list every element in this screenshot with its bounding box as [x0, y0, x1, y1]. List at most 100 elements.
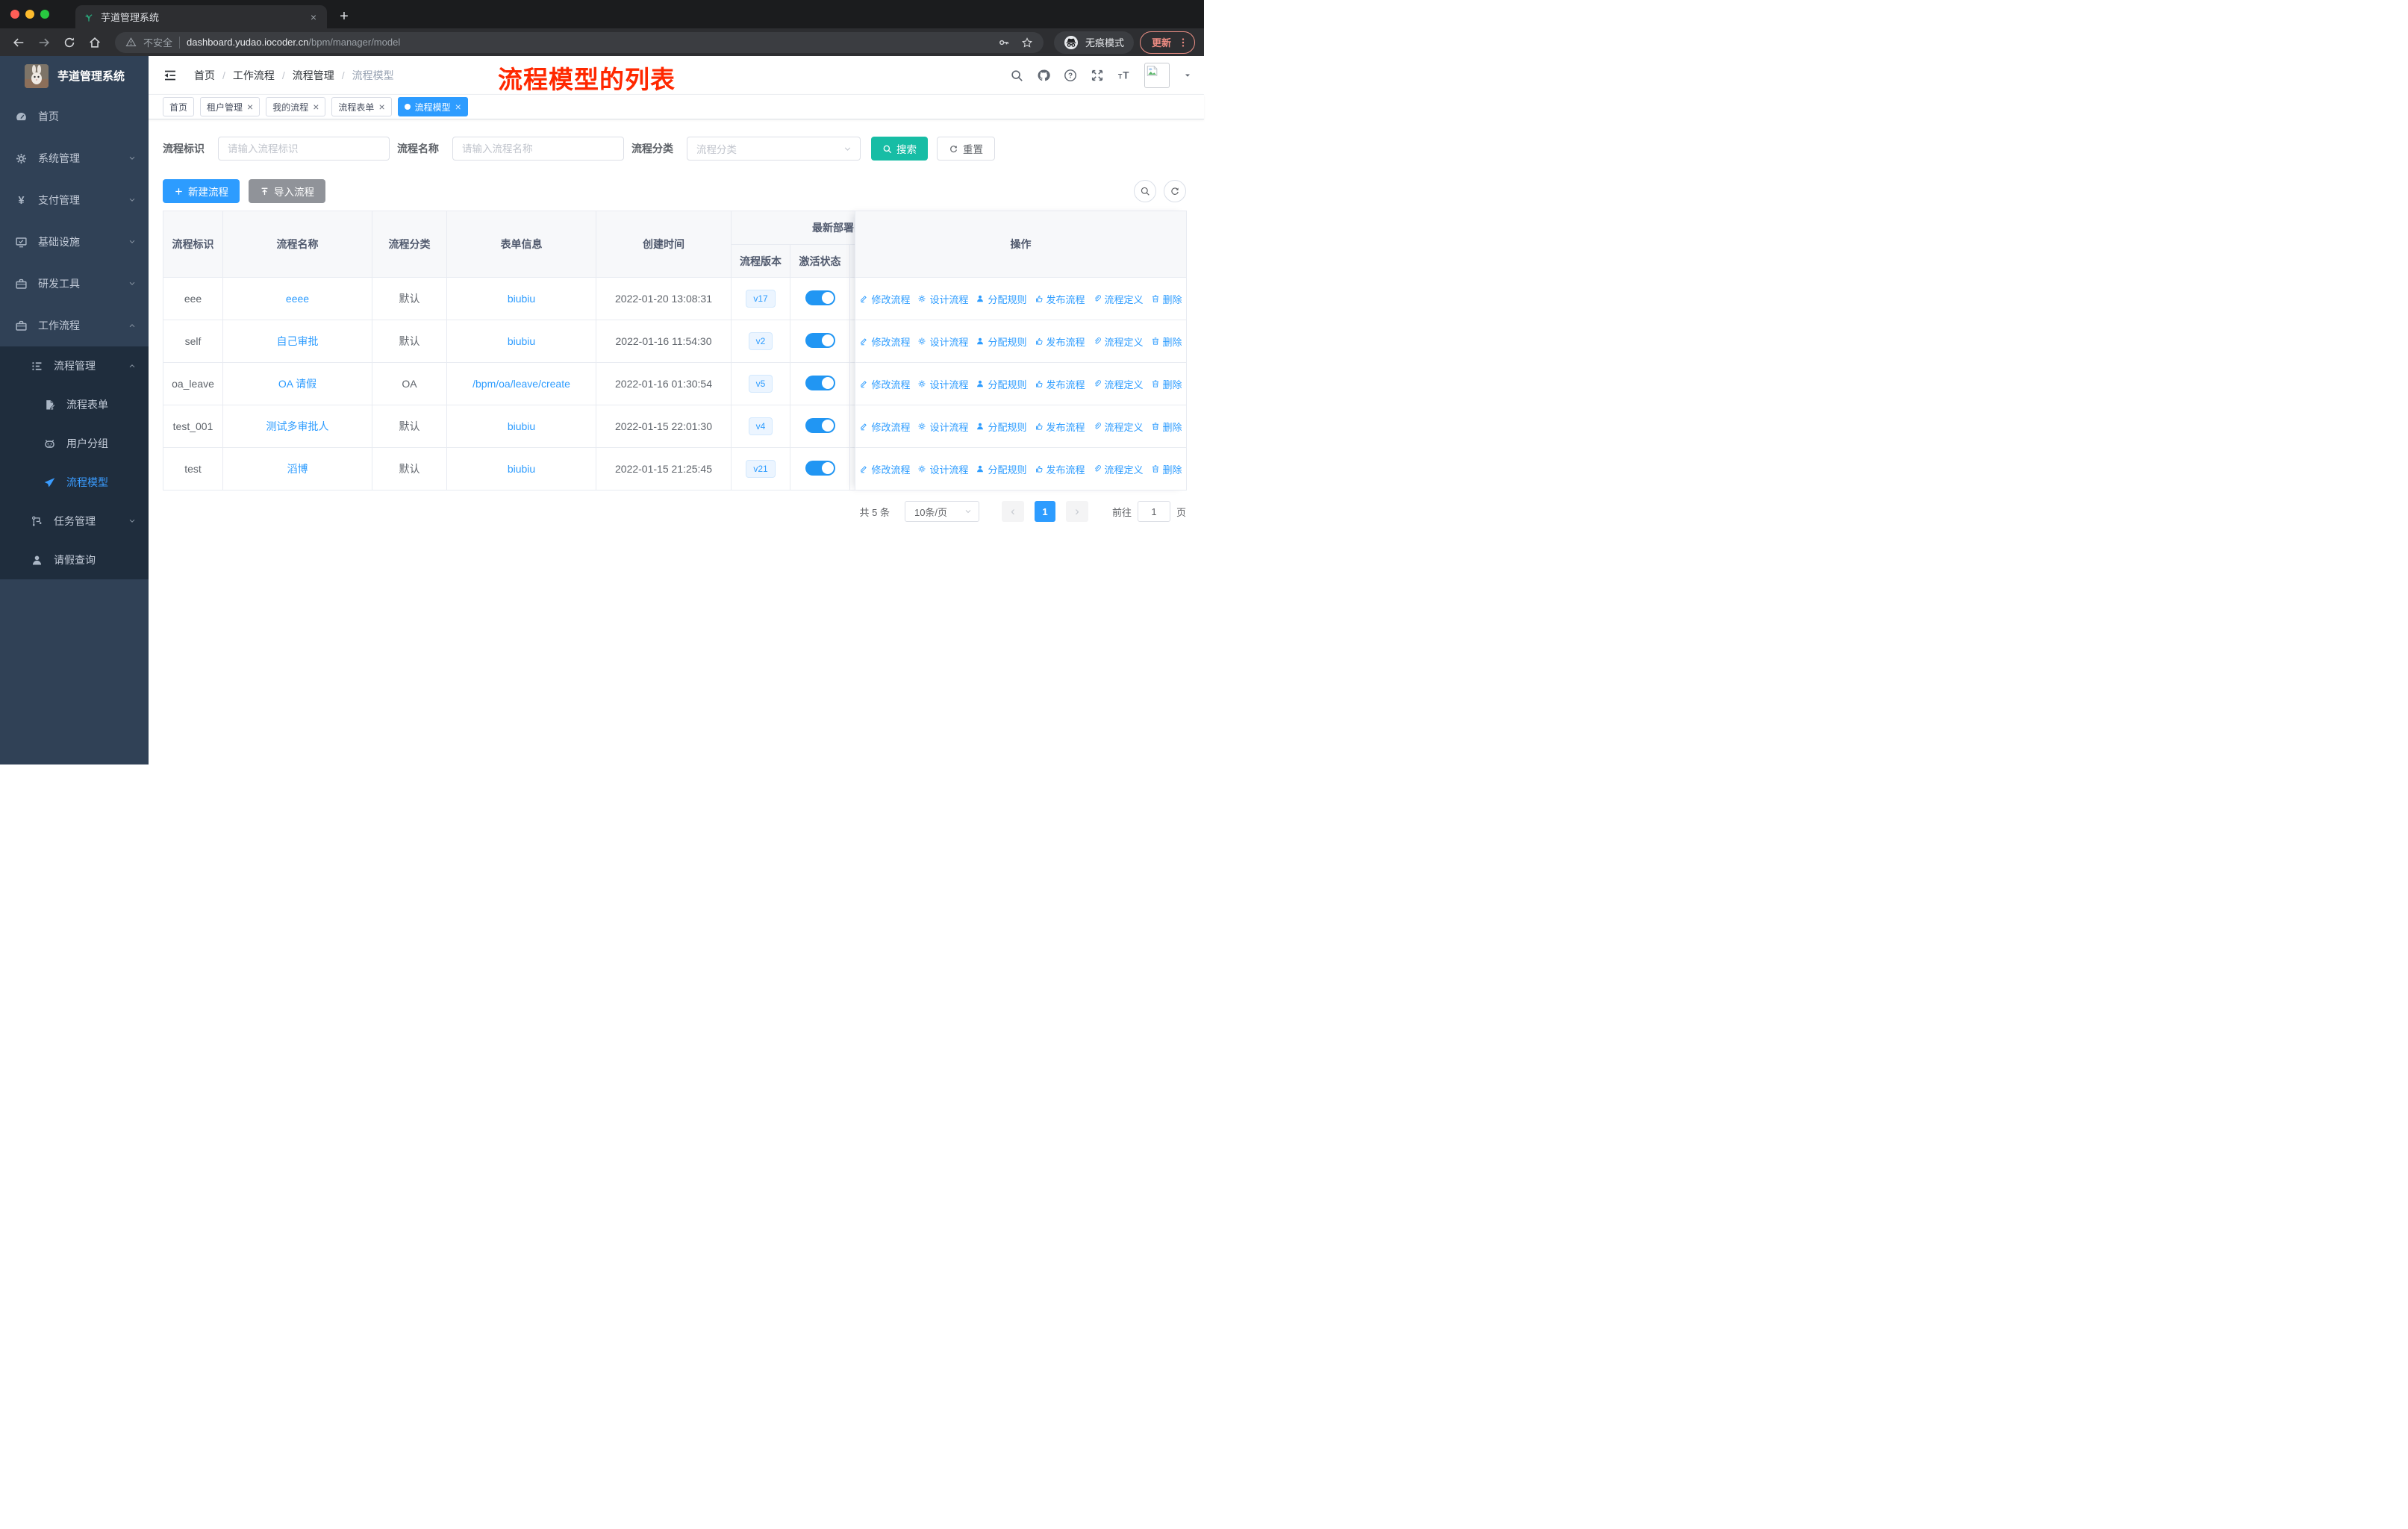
- action-publish[interactable]: 发布流程: [1035, 377, 1085, 391]
- key-icon[interactable]: [998, 37, 1010, 49]
- create-process-button[interactable]: 新建流程: [163, 179, 240, 203]
- action-design[interactable]: 设计流程: [917, 462, 968, 476]
- goto-page-input[interactable]: [1137, 501, 1170, 522]
- action-definition[interactable]: 流程定义: [1093, 462, 1144, 476]
- process-name-link[interactable]: OA 请假: [278, 378, 316, 390]
- bookmark-star-icon[interactable]: [1021, 37, 1033, 49]
- update-button[interactable]: 更新: [1139, 31, 1195, 54]
- action-assign[interactable]: 分配规则: [976, 334, 1027, 349]
- search-icon[interactable]: [1010, 69, 1023, 82]
- form-info-link[interactable]: biubiu: [508, 293, 535, 305]
- form-info-link[interactable]: biubiu: [508, 463, 535, 475]
- action-delete[interactable]: 删除: [1151, 334, 1182, 349]
- tab-close-icon[interactable]: ×: [308, 11, 319, 23]
- close-icon[interactable]: ×: [455, 102, 461, 112]
- action-definition[interactable]: 流程定义: [1093, 377, 1144, 391]
- action-publish[interactable]: 发布流程: [1035, 462, 1085, 476]
- sidebar-item-system[interactable]: 系统管理: [0, 137, 149, 179]
- import-process-button[interactable]: 导入流程: [249, 179, 325, 203]
- action-assign[interactable]: 分配规则: [976, 462, 1027, 476]
- action-modify[interactable]: 修改流程: [859, 462, 910, 476]
- action-modify[interactable]: 修改流程: [859, 377, 910, 391]
- close-icon[interactable]: ×: [247, 102, 253, 112]
- sidebar-item-home[interactable]: 首页: [0, 96, 149, 137]
- action-publish[interactable]: 发布流程: [1035, 292, 1085, 306]
- action-design[interactable]: 设计流程: [917, 334, 968, 349]
- maximize-window-button[interactable]: [40, 10, 49, 19]
- prev-page-button[interactable]: ‹: [1001, 501, 1024, 522]
- new-tab-button[interactable]: +: [333, 5, 355, 28]
- category-select[interactable]: 流程分类: [687, 137, 861, 161]
- action-modify[interactable]: 修改流程: [859, 334, 910, 349]
- action-publish[interactable]: 发布流程: [1035, 334, 1085, 349]
- action-delete[interactable]: 删除: [1151, 292, 1182, 306]
- avatar[interactable]: [1144, 62, 1170, 88]
- sidebar-item-user-group[interactable]: 用户分组: [0, 424, 149, 463]
- breadcrumb-item[interactable]: 首页: [194, 68, 215, 83]
- close-icon[interactable]: ×: [313, 102, 319, 112]
- action-assign[interactable]: 分配规则: [976, 377, 1027, 391]
- process-name-link[interactable]: 自己审批: [277, 335, 319, 347]
- tab-tenant[interactable]: 租户管理 ×: [200, 97, 261, 116]
- process-name-link[interactable]: 测试多审批人: [266, 420, 329, 432]
- sidebar-item-leave-query[interactable]: 请假查询: [0, 541, 149, 579]
- process-key-input[interactable]: [218, 137, 390, 161]
- action-modify[interactable]: 修改流程: [859, 292, 910, 306]
- reload-icon[interactable]: [60, 36, 79, 49]
- font-size-icon[interactable]: TT: [1117, 69, 1131, 82]
- breadcrumb-item[interactable]: 流程管理: [293, 68, 334, 83]
- caret-down-icon[interactable]: [1183, 71, 1192, 80]
- search-button[interactable]: 搜索: [871, 137, 928, 161]
- reset-button[interactable]: 重置: [937, 137, 995, 161]
- close-icon[interactable]: ×: [378, 102, 384, 112]
- action-design[interactable]: 设计流程: [917, 377, 968, 391]
- action-definition[interactable]: 流程定义: [1093, 334, 1144, 349]
- sidebar-item-workflow[interactable]: 工作流程: [0, 305, 149, 346]
- action-design[interactable]: 设计流程: [917, 420, 968, 434]
- breadcrumb-item[interactable]: 工作流程: [233, 68, 275, 83]
- sidebar-item-process-manage[interactable]: 流程管理: [0, 346, 149, 385]
- next-page-button[interactable]: ›: [1065, 501, 1088, 522]
- form-info-link[interactable]: biubiu: [508, 335, 535, 347]
- action-design[interactable]: 设计流程: [917, 292, 968, 306]
- action-delete[interactable]: 删除: [1151, 377, 1182, 391]
- sidebar-item-payment[interactable]: ¥ 支付管理: [0, 179, 149, 221]
- action-assign[interactable]: 分配规则: [976, 292, 1027, 306]
- home-icon[interactable]: [85, 36, 105, 49]
- form-info-link[interactable]: /bpm/oa/leave/create: [472, 378, 570, 390]
- active-toggle[interactable]: [805, 460, 835, 476]
- action-definition[interactable]: 流程定义: [1093, 420, 1144, 434]
- active-toggle[interactable]: [805, 290, 835, 305]
- action-delete[interactable]: 删除: [1151, 462, 1182, 476]
- sidebar-item-process-model[interactable]: 流程模型: [0, 463, 149, 502]
- tab-home[interactable]: 首页: [163, 97, 195, 116]
- sidebar-item-infra[interactable]: 基础设施: [0, 221, 149, 263]
- process-name-link[interactable]: 滔博: [287, 463, 308, 475]
- address-bar[interactable]: 不安全 dashboard.yudao.iocoder.cn/bpm/manag…: [115, 31, 1044, 53]
- kebab-menu-icon[interactable]: [1177, 37, 1189, 49]
- action-delete[interactable]: 删除: [1151, 420, 1182, 434]
- tab-my-process[interactable]: 我的流程 ×: [266, 97, 326, 116]
- back-icon[interactable]: [9, 36, 28, 49]
- github-icon[interactable]: [1037, 69, 1050, 82]
- page-size-select[interactable]: 10条/页: [904, 501, 979, 522]
- sidebar-item-process-form[interactable]: 流程表单: [0, 385, 149, 424]
- form-info-link[interactable]: biubiu: [508, 420, 535, 432]
- minimize-window-button[interactable]: [25, 10, 34, 19]
- browser-tab[interactable]: 芋道管理系统 ×: [75, 5, 327, 28]
- forward-icon[interactable]: [34, 36, 54, 49]
- active-toggle[interactable]: [805, 332, 835, 348]
- help-icon[interactable]: ?: [1064, 69, 1077, 82]
- active-toggle[interactable]: [805, 417, 835, 433]
- sidebar-item-task-manage[interactable]: 任务管理: [0, 502, 149, 541]
- fullscreen-icon[interactable]: [1091, 69, 1104, 82]
- action-publish[interactable]: 发布流程: [1035, 420, 1085, 434]
- tab-process-model[interactable]: 流程模型 ×: [397, 97, 468, 116]
- refresh-table-button[interactable]: [1164, 180, 1186, 202]
- window-controls[interactable]: [10, 0, 49, 28]
- action-definition[interactable]: 流程定义: [1093, 292, 1144, 306]
- process-name-input[interactable]: [452, 137, 624, 161]
- show-search-button[interactable]: [1134, 180, 1156, 202]
- sidebar-item-devtools[interactable]: 研发工具: [0, 263, 149, 305]
- hamburger-icon[interactable]: [163, 68, 178, 83]
